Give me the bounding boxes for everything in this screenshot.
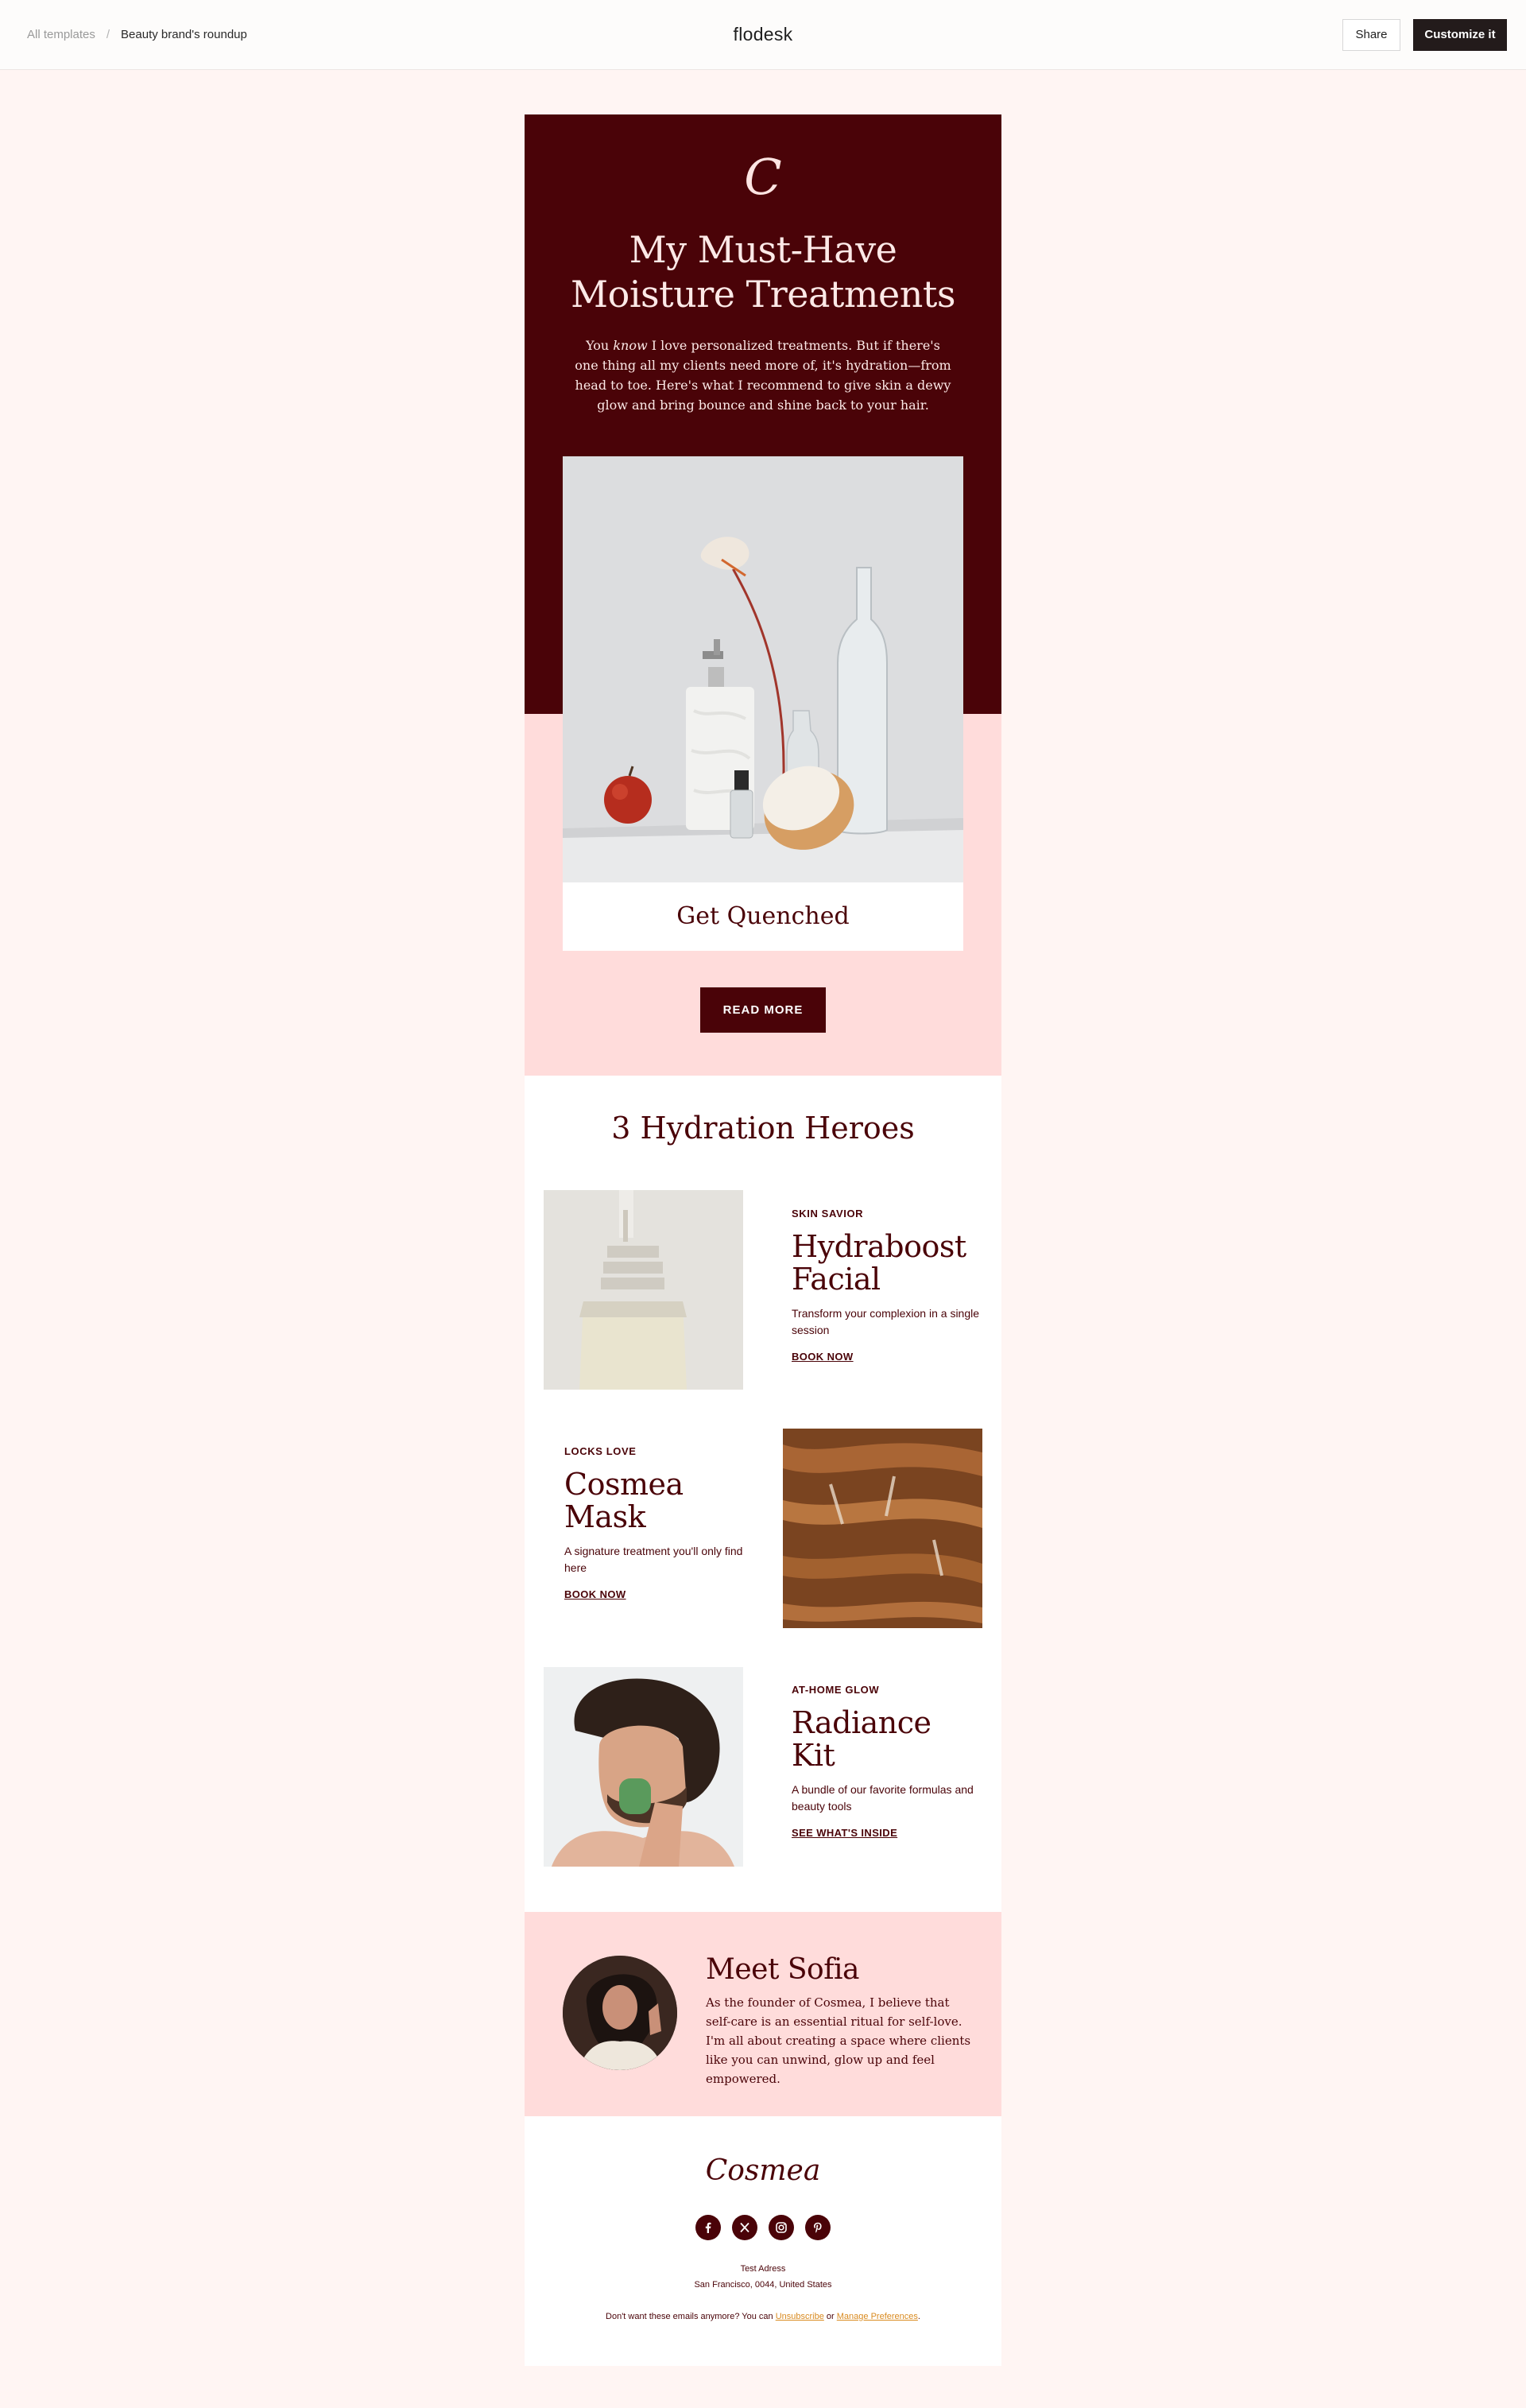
product-eyebrow: AT-HOME GLOW (792, 1684, 880, 1696)
footer-address-line2: San Francisco, 0044, United States (694, 2280, 832, 2290)
product-image-man (544, 1667, 743, 1867)
founder-title: Meet Sofia (706, 1953, 860, 1986)
hero-caption: Get Quenched (563, 882, 963, 951)
book-now-link[interactable]: BOOK NOW (564, 1588, 626, 1600)
product-description: A signature treatment you'll only find h… (564, 1545, 743, 1574)
read-more-button[interactable]: READ MORE (700, 987, 826, 1033)
hero-section: C My Must-Have Moisture Treatments You k… (525, 114, 1001, 1076)
unsubscribe-text: Don't want these emails anymore? You can… (525, 2312, 1001, 2321)
manage-preferences-link[interactable]: Manage Preferences (837, 2312, 918, 2321)
product-description: A bundle of our favorite formulas and be… (792, 1783, 974, 1813)
hero-product-photo (563, 456, 963, 882)
product-description: Transform your complexion in a single se… (792, 1307, 980, 1336)
see-whats-inside-link[interactable]: SEE WHAT'S INSIDE (792, 1827, 897, 1839)
product-eyebrow: LOCKS LOVE (564, 1445, 637, 1457)
top-bar: All templates / Beauty brand's roundup flo… (0, 0, 1526, 70)
cosmea-logo: Cosmea (705, 2154, 821, 2187)
customize-button[interactable]: Customize it (1413, 19, 1507, 51)
hero-title: My Must-Have Moisture Treatments (571, 228, 955, 316)
product-card-1: SKIN SAVIOR Hydraboost Facial Transform … (792, 1208, 982, 1364)
facebook-icon[interactable] (695, 2215, 721, 2240)
product-name: Cosmea Mask (564, 1467, 684, 1534)
founder-section: Meet Sofia As the founder of Cosmea, I b… (525, 1912, 1001, 2116)
hero-intro-emphasis: know (613, 338, 648, 353)
product-image-serum (544, 1190, 743, 1390)
email-footer: Cosmea Test Adress San Francisco, 0044, … (525, 2116, 1001, 2366)
book-now-link[interactable]: BOOK NOW (792, 1351, 854, 1363)
x-icon[interactable] (732, 2215, 757, 2240)
flodesk-logo[interactable]: flodesk (0, 24, 1526, 45)
section-title: 3 Hydration Heroes (611, 1111, 915, 1146)
unsubscribe-link[interactable]: Unsubscribe (776, 2312, 824, 2321)
product-card-2: LOCKS LOVE Cosmea Mask A signature treat… (564, 1445, 755, 1602)
pinterest-icon[interactable] (805, 2215, 831, 2240)
hydration-heroes-section: 3 Hydration Heroes SKIN SAVIOR Hydraboos… (525, 1076, 1001, 1912)
instagram-icon[interactable] (769, 2215, 794, 2240)
founder-bio: As the founder of Cosmea, I believe that… (706, 1995, 971, 2086)
unsubscribe-end: . (917, 2312, 920, 2321)
unsubscribe-or: or (823, 2312, 837, 2321)
product-card-3: AT-HOME GLOW Radiance Kit A bundle of ou… (792, 1684, 982, 1840)
hero-intro-text: You (586, 338, 614, 353)
product-name: Radiance Kit (792, 1705, 931, 1773)
share-button[interactable]: Share (1342, 19, 1400, 51)
product-name: Hydraboost Facial (792, 1229, 966, 1297)
email-preview: C My Must-Have Moisture Treatments You k… (525, 114, 1001, 2366)
product-eyebrow: SKIN SAVIOR (792, 1208, 864, 1220)
hero-intro: You know I love personalized treatments.… (572, 335, 954, 415)
unsubscribe-prefix: Don't want these emails anymore? You can (606, 2312, 776, 2321)
footer-address-line1: Test Adress (740, 2264, 786, 2274)
product-image-hair (783, 1429, 982, 1628)
avatar (563, 1956, 677, 2070)
social-links (525, 2215, 1001, 2240)
monogram-logo: C (744, 148, 782, 206)
